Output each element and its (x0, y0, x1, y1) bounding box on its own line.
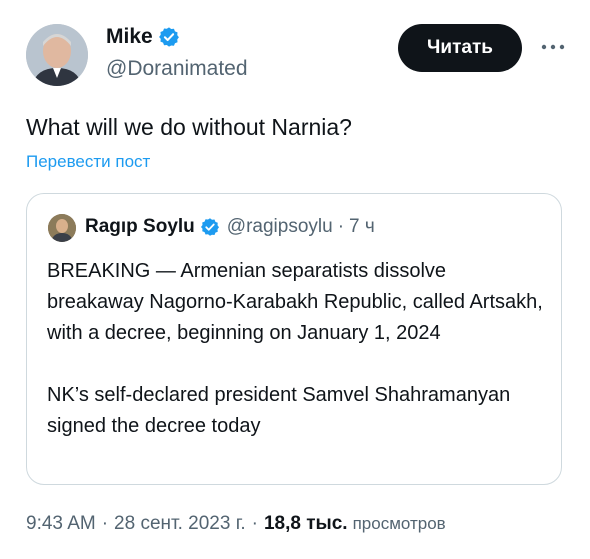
follow-button[interactable]: Читать (398, 24, 522, 72)
quoted-author-handle[interactable]: @ragipsoylu (227, 216, 333, 238)
author-name-text: Mike (106, 25, 153, 48)
author-handle[interactable]: @Doranimated (106, 57, 248, 81)
tweet-text: What will we do without Narnia? (26, 114, 352, 140)
quoted-body: BREAKING — Armenian separatists dissolve… (47, 256, 547, 442)
quoted-separator: · (337, 216, 345, 237)
more-horizontal-icon (541, 44, 565, 50)
tweet-time[interactable]: 9:43 AM (26, 513, 96, 535)
views-count[interactable]: 18,8 тыс. (264, 513, 348, 535)
quoted-author-name[interactable]: Ragıp Soylu (85, 216, 195, 238)
tweet-date[interactable]: 28 сент. 2023 г. (114, 513, 246, 535)
quoted-header: Ragıp Soylu @ragipsoylu · 7 ч (85, 216, 375, 238)
quoted-avatar-image (48, 214, 76, 242)
quoted-tweet[interactable]: Ragıp Soylu @ragipsoylu · 7 ч BREAKING —… (26, 193, 562, 485)
verified-badge-icon (158, 27, 179, 47)
avatar-image (26, 24, 88, 86)
verified-badge-icon (200, 218, 219, 236)
translate-link[interactable]: Перевести пост (26, 152, 150, 172)
views-label: просмотров (352, 514, 446, 533)
author-name[interactable]: Mike (106, 25, 180, 49)
quoted-paragraph: NK’s self-declared president Samvel Shah… (47, 384, 511, 437)
quoted-timestamp[interactable]: 7 ч (349, 216, 375, 238)
quoted-paragraph: BREAKING — Armenian separatists dissolve… (47, 260, 543, 344)
quoted-author-avatar[interactable] (48, 214, 76, 242)
tweet-meta: 9:43 AM · 28 сент. 2023 г. · 18,8 тыс. п… (26, 513, 446, 535)
meta-separator: · (101, 513, 109, 534)
meta-separator: · (251, 513, 258, 534)
more-button[interactable] (539, 33, 567, 61)
author-avatar[interactable] (26, 24, 88, 86)
